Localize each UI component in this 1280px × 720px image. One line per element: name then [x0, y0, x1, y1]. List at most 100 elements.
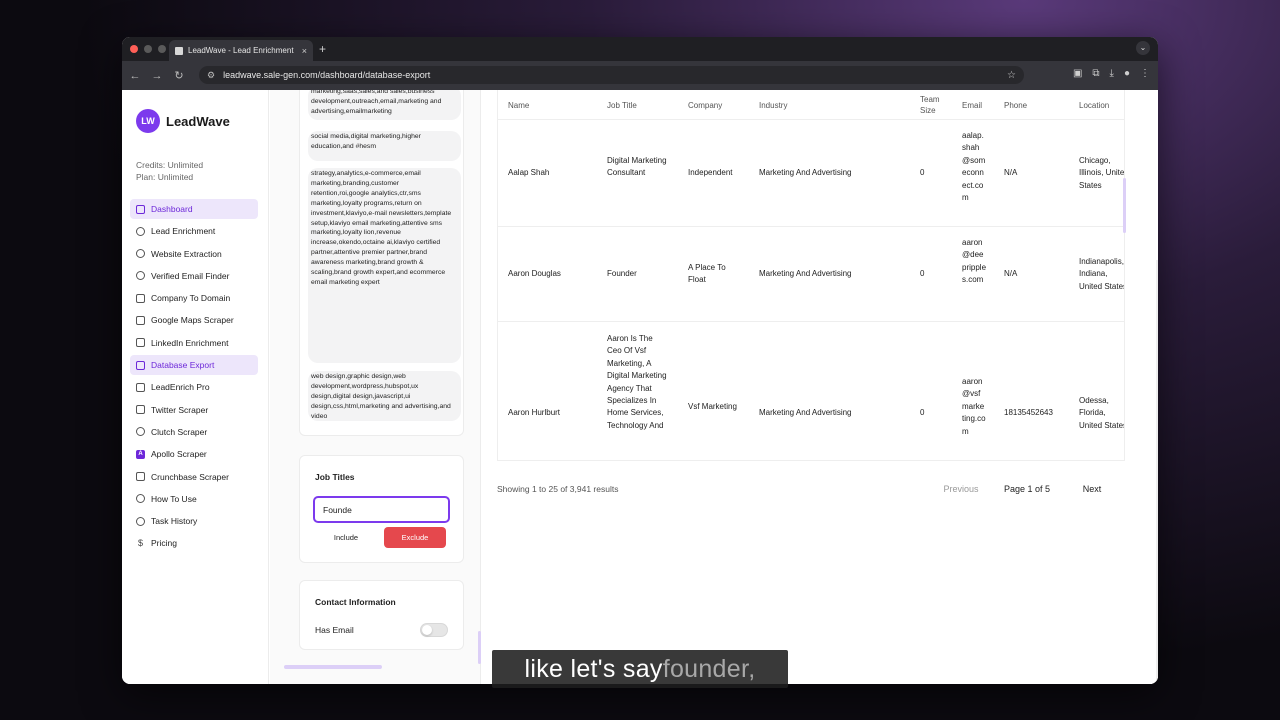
sidebar-item-google-maps-scraper[interactable]: Google Maps Scraper	[130, 310, 258, 330]
logo-badge: LW	[136, 109, 160, 133]
profile-avatar-icon[interactable]: ●	[1124, 68, 1130, 79]
map-icon	[136, 315, 145, 325]
browser-toolbar: ← → ↻ ⚙ leadwave.sale-gen.com/dashboard/…	[122, 61, 1158, 90]
sidebar-item-leadenrich-pro[interactable]: LeadEnrich Pro	[130, 377, 258, 397]
exclude-button[interactable]: Exclude	[384, 527, 446, 548]
column-header-company[interactable]: Company	[688, 100, 722, 111]
sidebar-item-pricing[interactable]: $ Pricing	[130, 533, 258, 553]
column-header-location[interactable]: Location	[1079, 100, 1109, 111]
horizontal-scrollbar[interactable]	[284, 665, 382, 669]
close-window-button[interactable]	[130, 45, 138, 53]
more-menu-icon[interactable]: ⋮	[1140, 68, 1150, 79]
maximize-window-button[interactable]	[158, 45, 166, 53]
keyword-tag[interactable]: web design,graphic design,web developmen…	[308, 371, 461, 421]
window-controls	[130, 45, 166, 53]
favicon-icon	[175, 46, 183, 55]
cell-industry: Marketing And Advertising	[759, 408, 852, 417]
column-header-name[interactable]: Name	[508, 100, 529, 111]
column-header-job-title[interactable]: Job Title	[607, 100, 637, 111]
include-button[interactable]: Include	[315, 527, 377, 548]
cell-location: Chicago, Illinois, United States	[1079, 155, 1124, 192]
sidebar-item-dashboard[interactable]: Dashboard	[130, 199, 258, 219]
extension-icon[interactable]: ▣	[1073, 68, 1082, 79]
reload-icon[interactable]: ↻	[168, 69, 190, 82]
credits-text: Credits: Unlimited	[136, 160, 204, 170]
job-titles-input[interactable]: Founde	[313, 496, 450, 523]
cell-email: aaron@vsfmarketing.com	[962, 377, 986, 436]
sidebar-menu: Dashboard Lead Enrichment Website Extrac…	[130, 199, 258, 556]
cell-industry: Marketing And Advertising	[759, 269, 852, 278]
sidebar-item-linkedin-enrichment[interactable]: LinkedIn Enrichment	[130, 333, 258, 353]
sidebar-item-website-extraction[interactable]: Website Extraction	[130, 244, 258, 264]
users-icon	[136, 226, 145, 236]
sidebar-item-label: Google Maps Scraper	[151, 315, 234, 326]
cell-email: aaron@deepripples.com	[962, 238, 987, 285]
results-count: Showing 1 to 25 of 3,941 results	[497, 484, 619, 494]
job-titles-card: Job Titles Founde Include Exclude	[299, 455, 464, 563]
column-header-team-size[interactable]: Team Size	[920, 94, 950, 116]
filters-scrollbar[interactable]	[478, 631, 481, 664]
logo[interactable]: LW LeadWave	[136, 109, 230, 133]
cell-phone: N/A	[1004, 168, 1018, 177]
globe-icon	[136, 249, 145, 259]
cell-name: Aaron Hurlburt	[508, 408, 561, 417]
table-row[interactable]: Aaron Hurlburt Aaron Is The Ceo Of Vsf M…	[498, 322, 1124, 460]
sidebar-item-apollo-scraper[interactable]: A Apollo Scraper	[130, 444, 258, 464]
cell-job-title: Digital Marketing Consultant	[607, 156, 667, 178]
tab-strip: LeadWave - Lead Enrichment × + ⌄	[122, 37, 1158, 61]
keyword-tag[interactable]: strategy,analytics,e-commerce,email mark…	[308, 168, 461, 363]
sidebar-item-crunchbase-scraper[interactable]: Crunchbase Scraper	[130, 467, 258, 487]
sidebar-item-label: Crunchbase Scraper	[151, 471, 229, 482]
sidebar-item-verified-email-finder[interactable]: Verified Email Finder	[130, 266, 258, 286]
sidebar-item-twitter-scraper[interactable]: Twitter Scraper	[130, 400, 258, 420]
sidebar-item-company-to-domain[interactable]: Company To Domain	[130, 288, 258, 308]
sidebar-item-task-history[interactable]: Task History	[130, 511, 258, 531]
tab-search-chevron-icon[interactable]: ⌄	[1136, 41, 1150, 55]
column-header-industry[interactable]: Industry	[759, 100, 787, 111]
sidebar-item-label: How To Use	[151, 493, 197, 504]
results-table: Name Job Title Company Industry Team Siz…	[497, 90, 1125, 461]
forward-arrow-icon[interactable]: →	[146, 70, 168, 82]
browser-window: LeadWave - Lead Enrichment × + ⌄ ← → ↻ ⚙…	[122, 37, 1158, 684]
sidebar-item-how-to-use[interactable]: How To Use	[130, 489, 258, 509]
caption-highlight: founder,	[662, 654, 756, 683]
tab-close-icon[interactable]: ×	[302, 46, 307, 56]
cell-name: Aalap Shah	[508, 168, 550, 177]
site-info-icon[interactable]: ⚙	[207, 70, 215, 81]
browser-tab[interactable]: LeadWave - Lead Enrichment ×	[169, 40, 313, 61]
industry-keywords-card: marketing,saas,sales,and sales,business …	[299, 90, 464, 436]
cell-job-title: Founder	[607, 269, 637, 278]
cell-email: aalap.shah@someconnect.com	[962, 131, 986, 203]
puzzle-icon[interactable]: ⧉	[1092, 68, 1099, 79]
cell-team-size: 0	[920, 408, 925, 417]
cell-team-size: 0	[920, 269, 925, 278]
next-page-button[interactable]: Next	[1072, 480, 1112, 498]
download-icon[interactable]: ⤓	[1110, 68, 1114, 79]
sidebar-item-label: LeadEnrich Pro	[151, 382, 210, 393]
table-scrollbar[interactable]	[1123, 178, 1126, 233]
caption-text: like let's say	[524, 654, 663, 683]
table-row[interactable]: Aaron Douglas Founder A Place To Float M…	[498, 227, 1124, 322]
keyword-tag[interactable]: marketing,saas,sales,and sales,business …	[308, 90, 461, 120]
new-tab-button[interactable]: +	[319, 42, 326, 56]
page-scrollbar[interactable]	[1156, 260, 1158, 684]
cell-location: Indianapolis, Indiana, United States	[1079, 256, 1124, 293]
bookmark-star-icon[interactable]: ☆	[1007, 70, 1016, 81]
cell-company: Independent	[688, 168, 733, 177]
column-header-email[interactable]: Email	[962, 100, 982, 111]
table-row[interactable]: Aalap Shah Digital Marketing Consultant …	[498, 120, 1124, 227]
keyword-tag[interactable]: social media,digital marketing,higher ed…	[308, 131, 461, 161]
sidebar-item-lead-enrichment[interactable]: Lead Enrichment	[130, 221, 258, 241]
sidebar-item-clutch-scraper[interactable]: Clutch Scraper	[130, 422, 258, 442]
has-email-toggle[interactable]	[420, 623, 448, 637]
apollo-icon: A	[136, 449, 145, 459]
tab-title: LeadWave - Lead Enrichment	[188, 46, 294, 55]
address-bar[interactable]: ⚙ leadwave.sale-gen.com/dashboard/databa…	[199, 66, 1024, 84]
minimize-window-button[interactable]	[144, 45, 152, 53]
play-icon	[136, 494, 145, 504]
column-header-phone[interactable]: Phone	[1004, 100, 1027, 111]
sidebar-item-label: Apollo Scraper	[151, 449, 207, 460]
back-arrow-icon[interactable]: ←	[124, 70, 146, 82]
sidebar-item-database-export[interactable]: Database Export	[130, 355, 258, 376]
previous-page-button[interactable]: Previous	[936, 480, 986, 498]
